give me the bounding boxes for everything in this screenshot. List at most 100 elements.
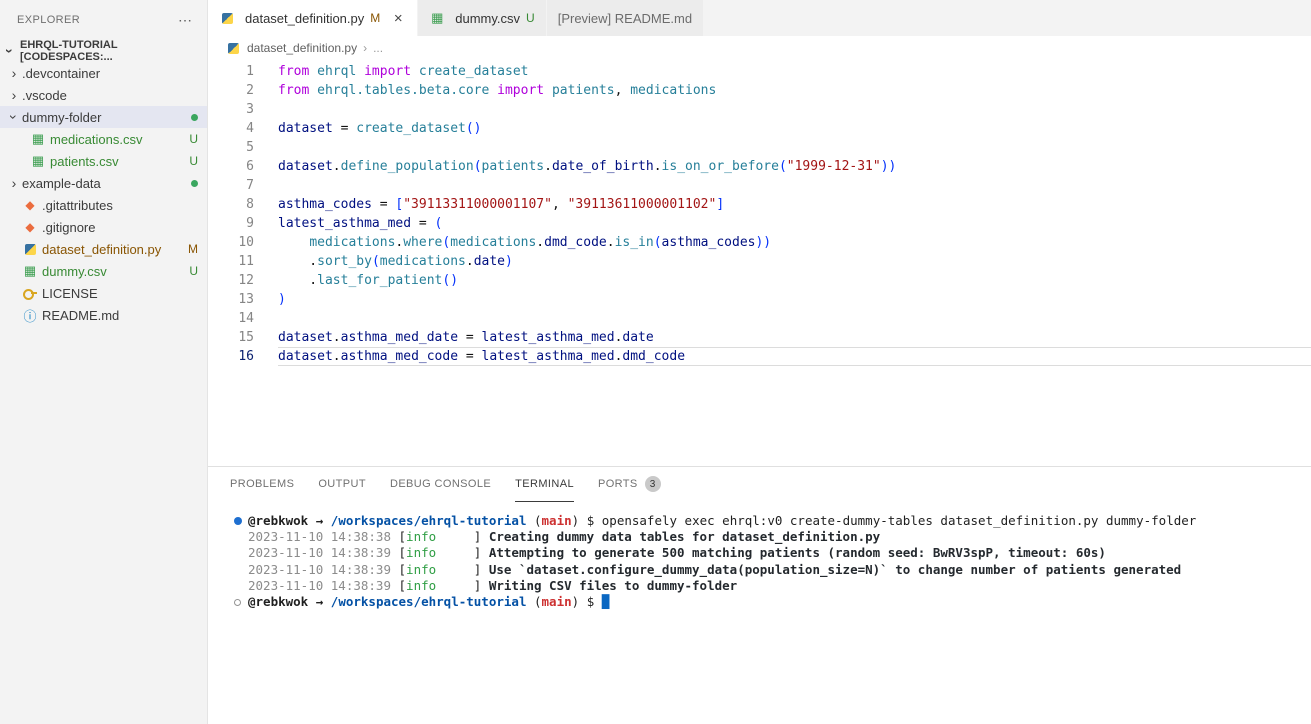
tree-item-patients.csv[interactable]: patients.csvU	[0, 150, 207, 172]
line-content: dataset = create_dataset()	[278, 119, 1311, 138]
token-var: latest_asthma_med	[482, 330, 615, 345]
token-fn: where	[403, 235, 442, 250]
panel-tab-debug-console[interactable]: DEBUG CONSOLE	[390, 467, 491, 502]
tree-item-.gitattributes[interactable]: .gitattributes	[0, 194, 207, 216]
file-tree: ›.devcontainer›.vscode›dummy-foldermedic…	[0, 62, 207, 326]
token-kw: from	[278, 83, 317, 98]
more-actions-icon[interactable]: ⋯	[178, 12, 193, 29]
panel-tab-output[interactable]: OUTPUT	[318, 467, 366, 502]
code-line[interactable]: 16dataset.asthma_med_code = latest_asthm…	[208, 347, 1311, 366]
line-number: 3	[208, 100, 254, 119]
token-pun: .	[544, 159, 552, 174]
explorer-title: EXPLORER	[17, 14, 80, 26]
tree-item-.gitignore[interactable]: .gitignore	[0, 216, 207, 238]
file-label: dummy-folder	[22, 110, 191, 125]
command-prompt-icon	[234, 599, 241, 606]
code-line[interactable]: 10 medications.where(medications.dmd_cod…	[208, 233, 1311, 252]
code-line[interactable]: 1 from ehrql import create_dataset	[208, 62, 1311, 81]
command-decoration	[234, 578, 248, 594]
token-kw: import	[356, 64, 419, 79]
code-line[interactable]: 8asthma_codes = ["39113311000001107", "3…	[208, 195, 1311, 214]
row-decorations: U	[189, 154, 207, 168]
token-str: "1999-12-31"	[787, 159, 881, 174]
token-fn: medications	[450, 235, 536, 250]
code-line[interactable]: 14	[208, 309, 1311, 328]
code-line[interactable]: 6dataset.define_population(patients.date…	[208, 157, 1311, 176]
token-br: ]	[716, 197, 724, 212]
tab-dummy.csv[interactable]: dummy.csvU	[418, 0, 546, 36]
git-status-badge: U	[189, 132, 198, 146]
close-icon[interactable]: ×	[390, 10, 406, 27]
code-line[interactable]: 2from ehrql.tables.beta.core import pati…	[208, 81, 1311, 100]
line-content: from ehrql.tables.beta.core import patie…	[278, 81, 1311, 100]
line-content: from ehrql import create_dataset	[278, 62, 1311, 81]
line-content: latest_asthma_med = (	[278, 214, 1311, 233]
code-line[interactable]: 15dataset.asthma_med_date = latest_asthm…	[208, 328, 1311, 347]
csv-icon	[429, 10, 445, 26]
terminal-seg-branch: main	[542, 513, 572, 528]
line-content: dataset.define_population(patients.date_…	[278, 157, 1311, 176]
terminal-seg-lvl: info	[406, 578, 436, 593]
panel-tab-ports[interactable]: PORTS3	[598, 467, 661, 502]
line-number: 14	[208, 309, 254, 328]
tab--preview-readme.md[interactable]: [Preview] README.md	[547, 0, 704, 36]
terminal-seg-pun: ]	[436, 562, 489, 577]
explorer-sidebar: EXPLORER ⋯ › EHRQL-TUTORIAL [CODESPACES:…	[0, 0, 208, 724]
token-var: dataset	[278, 349, 333, 364]
terminal-text: 2023-11-10 14:38:39 [info ] Writing CSV …	[248, 578, 737, 594]
code-line[interactable]: 12 .last_for_patient()	[208, 271, 1311, 290]
csv-icon	[22, 263, 38, 279]
terminal-seg-lvl: info	[406, 545, 436, 560]
token-str: "39113311000001107"	[403, 197, 552, 212]
line-number: 8	[208, 195, 254, 214]
panel-tab-problems[interactable]: PROBLEMS	[230, 467, 294, 502]
tab-dataset-definition.py[interactable]: dataset_definition.pyM×	[208, 0, 418, 36]
token-fn: medications	[630, 83, 716, 98]
terminal[interactable]: @rebkwok → /workspaces/ehrql-tutorial (m…	[208, 502, 1311, 724]
code-editor[interactable]: 1 from ehrql import create_dataset2from e…	[208, 60, 1311, 466]
token-pun: .	[278, 273, 317, 288]
token-pun	[278, 235, 309, 250]
file-label: .gitignore	[42, 220, 198, 235]
panel-tab-label: DEBUG CONSOLE	[390, 478, 491, 490]
token-var: asthma_codes	[278, 197, 372, 212]
token-pun: .	[607, 235, 615, 250]
line-number: 9	[208, 214, 254, 233]
terminal-seg-pun: [	[399, 578, 407, 593]
breadcrumb-file[interactable]: dataset_definition.py	[247, 41, 357, 55]
code-line[interactable]: 9 latest_asthma_med = (	[208, 214, 1311, 233]
token-var: asthma_med_code	[341, 349, 458, 364]
code-line[interactable]: 7	[208, 176, 1311, 195]
workspace-label: EHRQL-TUTORIAL [CODESPACES:...	[20, 39, 207, 63]
tree-item-dataset_definition.py[interactable]: dataset_definition.pyM	[0, 238, 207, 260]
git-status-badge: U	[189, 154, 198, 168]
line-number: 1	[208, 62, 254, 81]
tree-item-README.md[interactable]: README.md	[0, 304, 207, 326]
tree-item-LICENSE[interactable]: LICENSE	[0, 282, 207, 304]
tab-bar: dataset_definition.pyM×dummy.csvU[Previe…	[208, 0, 1311, 36]
tree-item-dummy.csv[interactable]: dummy.csvU	[0, 260, 207, 282]
vscode-window: EXPLORER ⋯ › EHRQL-TUTORIAL [CODESPACES:…	[0, 0, 1311, 724]
terminal-seg-pun: ]	[436, 529, 489, 544]
code-line[interactable]: 11 .sort_by(medications.date)	[208, 252, 1311, 271]
token-var: latest_asthma_med	[278, 216, 411, 231]
token-fn: create_dataset	[356, 121, 466, 136]
tree-item-dummy-folder[interactable]: ›dummy-folder	[0, 106, 207, 128]
token-var: asthma_med_date	[341, 330, 458, 345]
workspace-root[interactable]: › EHRQL-TUTORIAL [CODESPACES:...	[0, 40, 207, 62]
token-pun: ,	[552, 197, 568, 212]
tree-item-medications.csv[interactable]: medications.csvU	[0, 128, 207, 150]
code-line[interactable]: 13)	[208, 290, 1311, 309]
tree-item-.devcontainer[interactable]: ›.devcontainer	[0, 62, 207, 84]
code-line[interactable]: 5	[208, 138, 1311, 157]
line-content: .last_for_patient()	[278, 271, 1311, 290]
file-label: example-data	[22, 176, 191, 191]
breadcrumb-symbol[interactable]: ...	[373, 41, 383, 55]
tree-item-.vscode[interactable]: ›.vscode	[0, 84, 207, 106]
code-line[interactable]: 3	[208, 100, 1311, 119]
panel-tab-terminal[interactable]: TERMINAL	[515, 467, 574, 502]
token-fn: patients	[482, 159, 545, 174]
terminal-seg-path: /workspaces/ehrql-tutorial	[331, 594, 527, 609]
tree-item-example-data[interactable]: ›example-data	[0, 172, 207, 194]
code-line[interactable]: 4dataset = create_dataset()	[208, 119, 1311, 138]
